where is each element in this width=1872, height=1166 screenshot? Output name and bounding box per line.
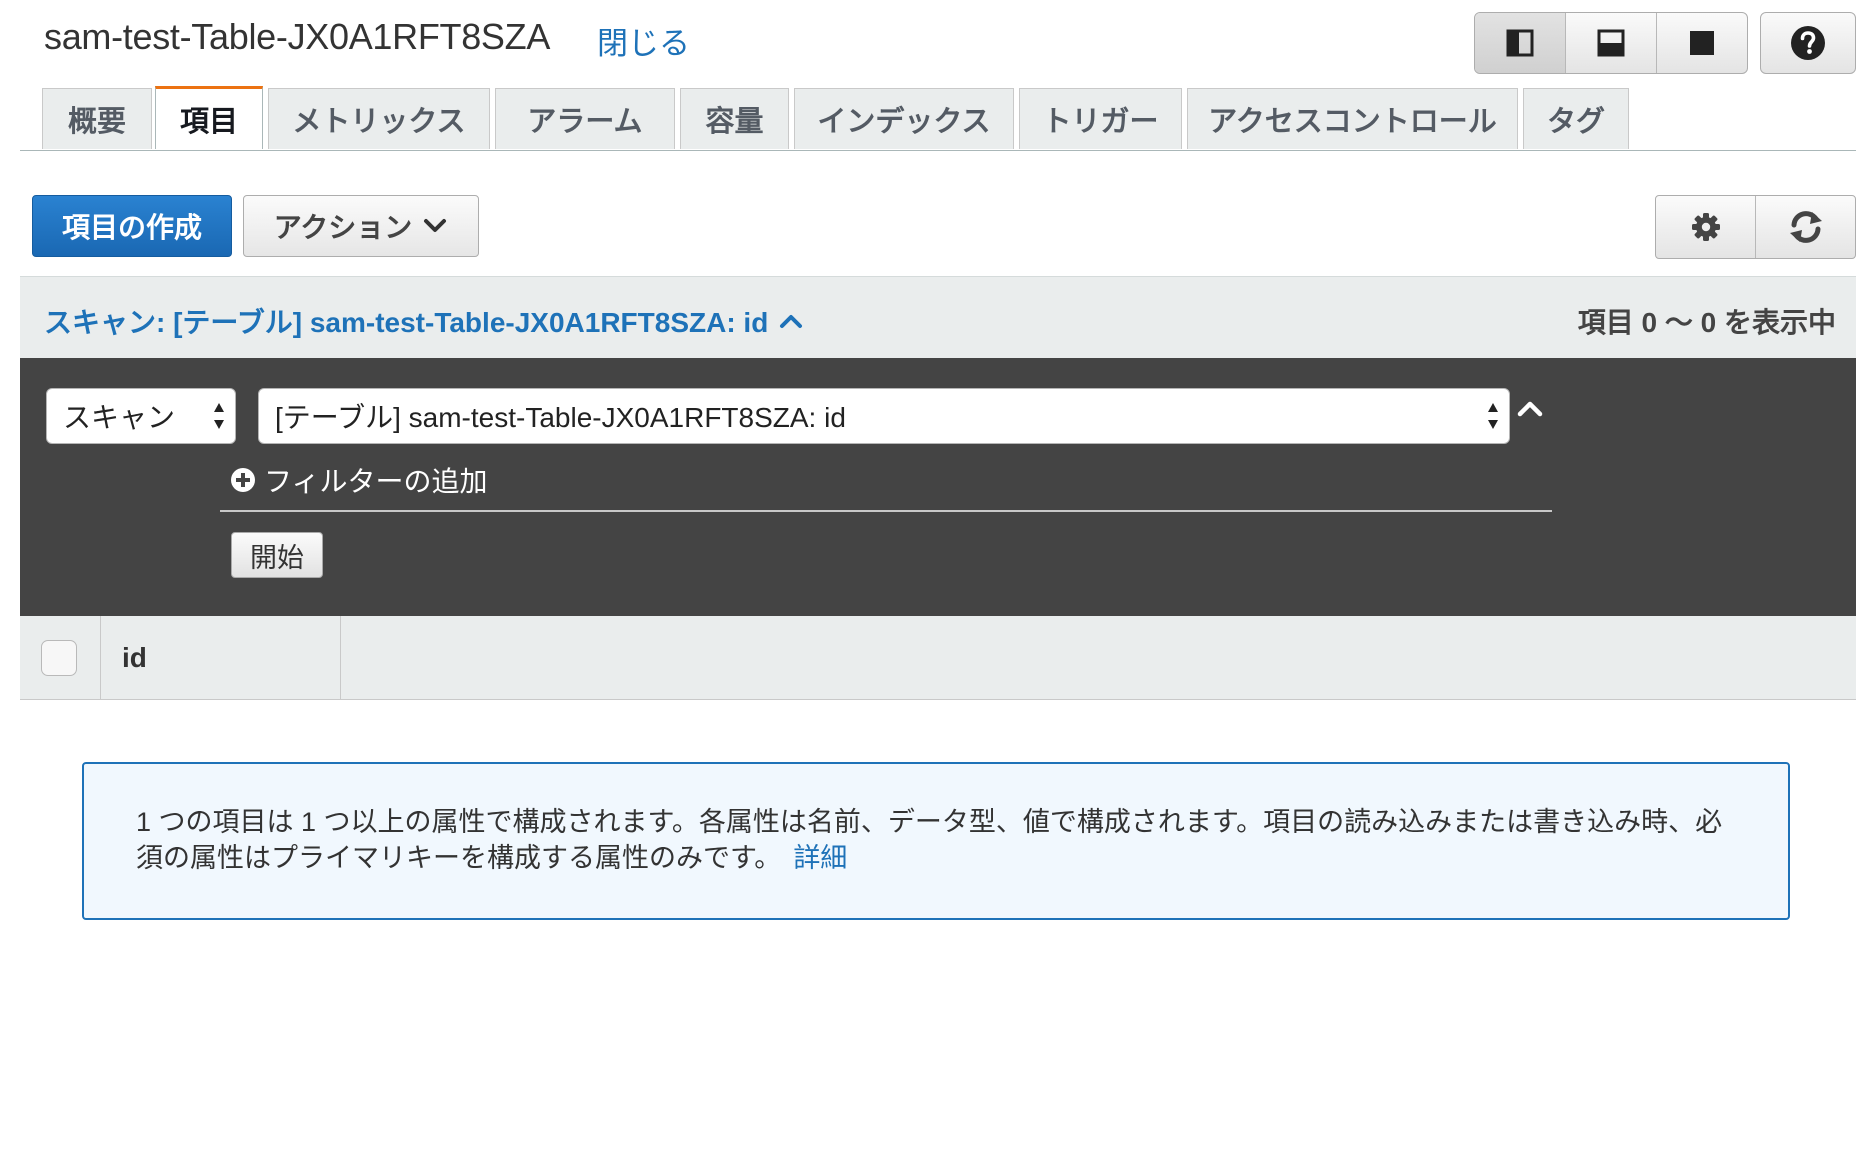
help-icon <box>1791 26 1825 60</box>
tab-bar: 概要 項目 メトリックス アラーム 容量 インデックス トリガー アクセスコント… <box>20 86 1856 151</box>
column-header-id[interactable]: id <box>122 642 147 674</box>
tab-overview[interactable]: 概要 <box>42 88 152 149</box>
table-header: sam-test-Table-JX0A1RFT8SZA 閉じる <box>0 0 1872 80</box>
tab-label: 概要 <box>67 106 126 138</box>
info-message: 1 つの項目は 1 つ以上の属性で構成されます。各属性は名前、データ型、値で構成… <box>82 762 1790 920</box>
create-item-button[interactable]: 項目の作成 <box>32 195 232 257</box>
select-all-checkbox[interactable] <box>41 640 77 676</box>
refresh-button[interactable] <box>1756 196 1855 258</box>
tab-label: メトリックス <box>292 106 466 138</box>
tab-capacity[interactable]: 容量 <box>680 88 789 149</box>
split-horizontal-button[interactable] <box>1566 13 1657 73</box>
tab-access-control[interactable]: アクセスコントロール <box>1187 88 1518 149</box>
tab-label: アクセスコントロール <box>1208 106 1497 138</box>
scan-target-value: [テーブル] sam-test-Table-JX0A1RFT8SZA: id <box>275 402 846 433</box>
tab-label: タグ <box>1546 106 1605 138</box>
add-filter-label: フィルターの追加 <box>264 466 488 497</box>
split-horizontal-icon <box>1597 29 1625 57</box>
column-divider <box>100 616 101 700</box>
tab-label: 項目 <box>179 106 238 138</box>
split-vertical-icon <box>1506 29 1534 57</box>
add-filter-button[interactable]: フィルターの追加 <box>230 460 487 500</box>
fullscreen-icon <box>1690 31 1714 55</box>
select-arrows-icon <box>1488 403 1498 429</box>
help-button[interactable] <box>1760 12 1856 74</box>
refresh-icon <box>1789 211 1822 243</box>
tab-metrics[interactable]: メトリックス <box>268 88 490 149</box>
fullscreen-button[interactable] <box>1657 13 1747 73</box>
tab-label: トリガー <box>1042 106 1159 138</box>
scan-summary-bar: スキャン: [テーブル] sam-test-Table-JX0A1RFT8SZA… <box>20 276 1856 358</box>
results-table-header: id <box>20 616 1856 700</box>
select-arrows-icon <box>214 403 224 429</box>
tab-items[interactable]: 項目 <box>155 86 263 149</box>
split-vertical-button[interactable] <box>1475 13 1566 73</box>
scan-mode-value: スキャン <box>63 402 176 433</box>
gear-icon <box>1691 213 1720 241</box>
actions-label: アクション <box>273 212 413 243</box>
settings-button[interactable] <box>1656 196 1756 258</box>
tab-tags[interactable]: タグ <box>1523 88 1629 149</box>
table-title: sam-test-Table-JX0A1RFT8SZA <box>44 16 551 57</box>
plus-circle-icon <box>231 468 255 492</box>
create-item-label: 項目の作成 <box>61 212 202 243</box>
tab-label: 容量 <box>705 106 764 138</box>
scan-target-select[interactable]: [テーブル] sam-test-Table-JX0A1RFT8SZA: id <box>258 388 1510 444</box>
info-text: 1 つの項目は 1 つ以上の属性で構成されます。各属性は名前、データ型、値で構成… <box>136 807 1723 873</box>
column-divider[interactable] <box>340 616 341 700</box>
collapse-panel-icon[interactable] <box>1512 394 1548 424</box>
scan-summary-text: スキャン: [テーブル] sam-test-Table-JX0A1RFT8SZA… <box>44 307 769 338</box>
scan-panel: スキャン [テーブル] sam-test-Table-JX0A1RFT8SZA:… <box>20 358 1856 616</box>
layout-toggle-group <box>1474 12 1748 74</box>
item-count-status: 項目 0 〜 0 を表示中 <box>1577 307 1836 338</box>
filter-divider <box>220 510 1552 512</box>
scan-summary-toggle[interactable]: スキャン: [テーブル] sam-test-Table-JX0A1RFT8SZA… <box>44 301 804 341</box>
tab-label: インデックス <box>817 106 991 138</box>
table-tools-group <box>1655 195 1856 259</box>
chevron-up-icon <box>780 315 803 328</box>
close-link[interactable]: 閉じる <box>597 18 690 63</box>
actions-dropdown[interactable]: アクション <box>243 195 479 257</box>
scan-mode-select[interactable]: スキャン <box>46 388 236 444</box>
tab-indexes[interactable]: インデックス <box>794 88 1014 149</box>
tab-label: アラーム <box>527 106 643 138</box>
chevron-down-icon <box>424 219 447 232</box>
tab-alarms[interactable]: アラーム <box>495 88 675 149</box>
learn-more-link[interactable]: 詳細 <box>793 843 847 873</box>
tab-triggers[interactable]: トリガー <box>1019 88 1182 149</box>
start-scan-button[interactable]: 開始 <box>231 532 323 578</box>
start-scan-label: 開始 <box>250 542 304 573</box>
